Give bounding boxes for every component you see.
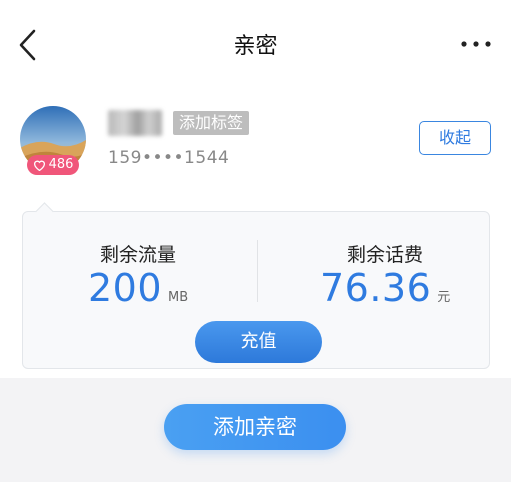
data-remaining-value: 200 MB	[88, 266, 188, 310]
add-intimate-button[interactable]: 添加亲密	[164, 404, 346, 450]
heart-icon	[33, 160, 45, 171]
fee-remaining-unit: 元	[437, 290, 451, 305]
page-title: 亲密	[233, 34, 278, 59]
collapse-button[interactable]: 收起	[419, 121, 491, 155]
intimacy-badge: 486	[27, 155, 79, 175]
nav-bar: 亲密	[0, 0, 511, 88]
data-remaining-number: 200	[88, 266, 163, 310]
fee-remaining-value: 76.36 元	[320, 266, 450, 310]
fee-remaining-number: 76.36	[320, 266, 432, 310]
heart-count: 486	[48, 157, 74, 172]
recharge-button[interactable]: 充值	[195, 321, 322, 363]
add-tag-button[interactable]: 添加标签	[173, 111, 250, 135]
fee-remaining-label: 剩余话费	[346, 244, 423, 266]
more-dots-icon[interactable]	[459, 34, 493, 54]
phone-number: 159••••1544	[108, 148, 230, 168]
stat-divider	[257, 240, 258, 302]
blurred-name	[108, 110, 162, 136]
data-remaining-label: 剩余流量	[99, 244, 176, 266]
data-remaining-unit: MB	[168, 290, 189, 305]
